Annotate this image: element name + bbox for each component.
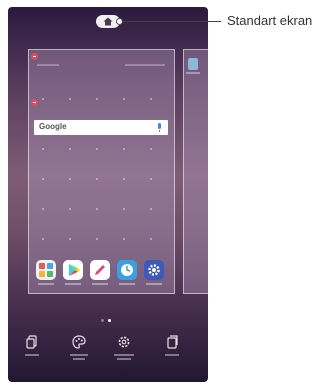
- home-screen-settings-icon: [118, 336, 130, 348]
- grid-dot: [150, 238, 152, 240]
- app-icon: [188, 58, 198, 70]
- app-trays-icon: [167, 335, 178, 349]
- next-page-preview[interactable]: [183, 49, 208, 294]
- grid-dot: [42, 98, 44, 100]
- grid-dot: [123, 208, 125, 210]
- grid-dot: [150, 178, 152, 180]
- home-icon: [103, 17, 113, 26]
- grid-dot: [69, 98, 71, 100]
- page-indicator-dot-active: [108, 319, 111, 322]
- play-store-icon[interactable]: [63, 260, 83, 280]
- grid-dot: [42, 178, 44, 180]
- grid-dot: [96, 238, 98, 240]
- settings-app-icon[interactable]: [144, 260, 164, 280]
- grid-dot: [42, 208, 44, 210]
- app-label: [146, 283, 162, 285]
- grid-dot: [69, 208, 71, 210]
- grid-dot: [69, 238, 71, 240]
- google-search-widget[interactable]: Google: [34, 120, 168, 135]
- grid-dot: [96, 148, 98, 150]
- app-label: [38, 283, 54, 285]
- clock-widget-placeholder: [37, 64, 59, 66]
- grid-dot: [42, 148, 44, 150]
- apps-folder-icon[interactable]: [36, 260, 56, 280]
- bottom-label: [25, 354, 39, 356]
- grid-dot: [123, 148, 125, 150]
- clock-app-icon[interactable]: [117, 260, 137, 280]
- remove-page-icon[interactable]: [31, 53, 38, 60]
- grid-dot: [123, 178, 125, 180]
- callout-line: [122, 21, 221, 22]
- remove-widget-icon[interactable]: [31, 99, 38, 106]
- app-label: [92, 283, 108, 285]
- date-widget-placeholder: [125, 64, 165, 66]
- grid-dot: [42, 238, 44, 240]
- google-logo: Google: [39, 122, 67, 131]
- bottom-label: [117, 358, 131, 360]
- bottom-label: [165, 354, 179, 356]
- widgets-button[interactable]: [15, 335, 49, 356]
- grid-dot: [150, 148, 152, 150]
- mic-icon[interactable]: [158, 123, 161, 132]
- grid-dot: [123, 98, 125, 100]
- grid-dot: [69, 178, 71, 180]
- bottom-label: [114, 354, 134, 356]
- app-label: [65, 283, 81, 285]
- wallpaper-theme-button[interactable]: [62, 335, 96, 360]
- bottom-label: [70, 354, 88, 356]
- grid-dot: [96, 178, 98, 180]
- app-trays-button[interactable]: [155, 335, 189, 356]
- app-label: [186, 72, 200, 74]
- page-indicator-dot: [101, 319, 104, 322]
- grid-dot: [96, 98, 98, 100]
- grid-dot: [150, 98, 152, 100]
- grid-dot: [123, 238, 125, 240]
- grid-dot: [96, 208, 98, 210]
- grid-dot: [69, 148, 71, 150]
- home-page-preview[interactable]: [28, 49, 175, 294]
- phone-screen: Google: [8, 7, 208, 382]
- app-label: [119, 283, 135, 285]
- home-screen-settings-button[interactable]: [107, 335, 141, 360]
- callout-label: Standart ekran: [227, 13, 313, 28]
- widgets-icon: [26, 335, 37, 349]
- grid-dot: [150, 208, 152, 210]
- bottom-label: [73, 358, 85, 360]
- wallpaper-theme-icon: [72, 335, 86, 349]
- pen-app-icon[interactable]: [90, 260, 110, 280]
